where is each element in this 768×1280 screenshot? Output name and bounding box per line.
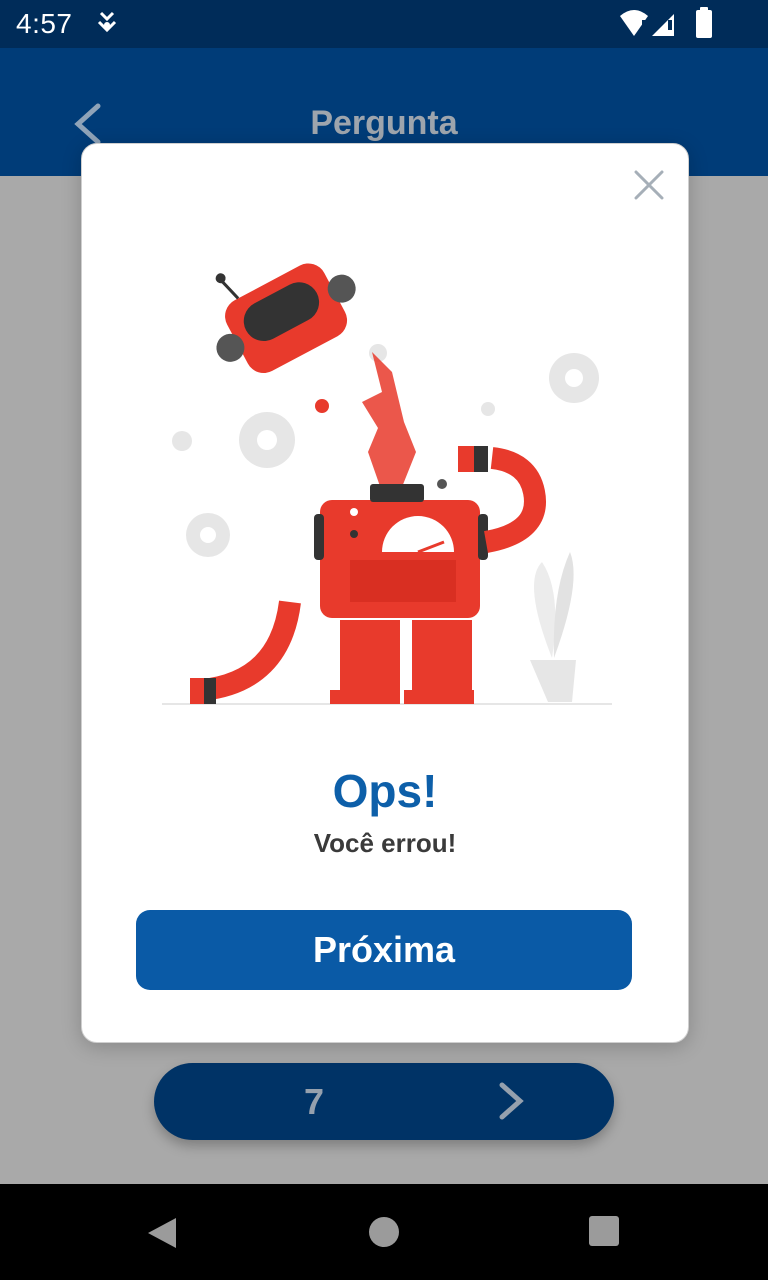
result-dialog: Ops! Você errou! Próxima — [81, 143, 689, 1043]
download-icon — [96, 10, 118, 41]
status-bar: 4:57 — [0, 0, 768, 48]
dialog-title: Ops! — [332, 765, 438, 817]
dialog-message: Você errou! — [313, 828, 457, 858]
next-question-button[interactable]: Próxima — [136, 910, 632, 990]
chevron-right-icon[interactable] — [492, 1079, 532, 1128]
status-time: 4:57 — [16, 8, 73, 39]
page-title: Pergunta — [310, 104, 458, 142]
back-triangle-icon[interactable] — [146, 1216, 178, 1255]
broken-robot-illustration — [162, 263, 612, 705]
wifi-icon — [620, 10, 674, 36]
battery-icon — [696, 7, 712, 38]
question-number: 7 — [303, 1081, 325, 1122]
close-icon[interactable] — [632, 168, 666, 207]
home-circle-icon[interactable] — [369, 1217, 399, 1247]
question-pager: 7 — [154, 1063, 614, 1140]
recents-square-icon[interactable] — [589, 1216, 619, 1246]
